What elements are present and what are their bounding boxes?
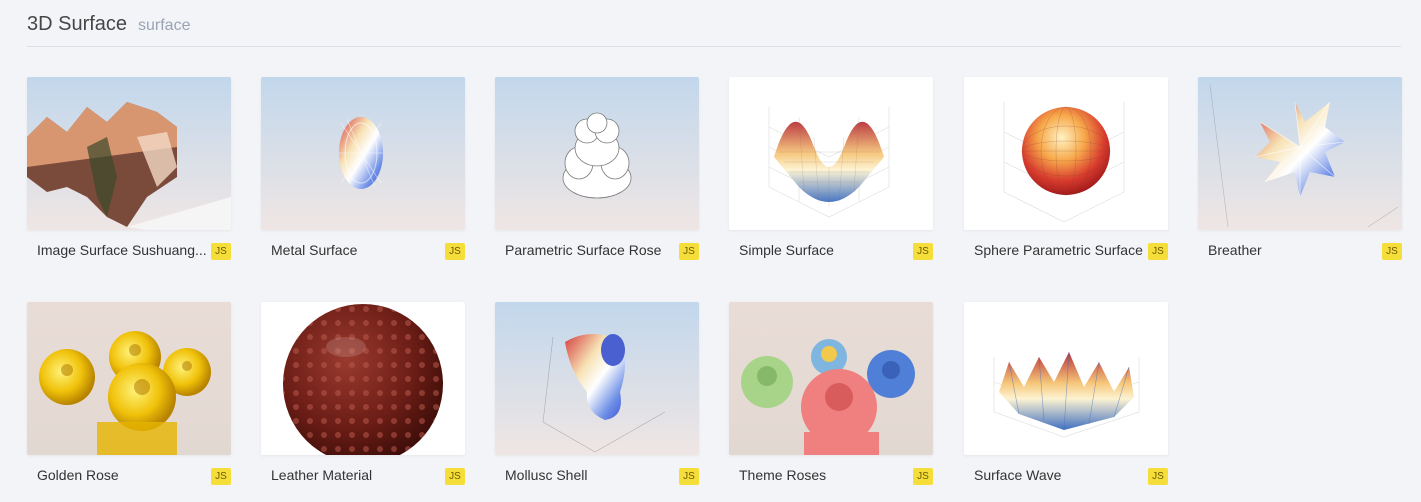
example-card-golden-rose[interactable]: Golden Rose JS <box>27 302 231 492</box>
example-thumbnail[interactable] <box>495 302 699 455</box>
js-badge: JS <box>1382 243 1402 260</box>
example-thumbnail[interactable] <box>964 77 1168 230</box>
example-card-parametric-surface-rose[interactable]: Parametric Surface Rose JS <box>495 77 699 267</box>
example-thumbnail[interactable] <box>27 302 231 455</box>
js-badge: JS <box>445 243 465 260</box>
js-badge: JS <box>1148 243 1168 260</box>
js-badge: JS <box>679 468 699 485</box>
example-card-surface-wave[interactable]: Surface Wave JS <box>964 302 1168 492</box>
example-title[interactable]: Breather <box>1208 242 1378 258</box>
example-card-leather-material[interactable]: Leather Material JS <box>261 302 465 492</box>
js-badge: JS <box>913 468 933 485</box>
example-card-simple-surface[interactable]: Simple Surface JS <box>729 77 933 267</box>
example-title[interactable]: Metal Surface <box>271 242 441 258</box>
example-title[interactable]: Simple Surface <box>739 242 909 258</box>
example-card-breather[interactable]: Breather JS <box>1198 77 1402 267</box>
example-card-image-surface[interactable]: Image Surface Sushuang... JS <box>27 77 231 267</box>
example-thumbnail[interactable] <box>729 77 933 230</box>
example-title[interactable]: Parametric Surface Rose <box>505 242 675 258</box>
section-header: 3D Surface surface <box>27 12 1401 47</box>
example-card-mollusc-shell[interactable]: Mollusc Shell JS <box>495 302 699 492</box>
example-card-metal-surface[interactable]: Metal Surface JS <box>261 77 465 267</box>
example-thumbnail[interactable] <box>1198 77 1402 230</box>
js-badge: JS <box>445 468 465 485</box>
example-title[interactable]: Mollusc Shell <box>505 467 675 483</box>
example-title[interactable]: Image Surface Sushuang... <box>37 242 207 258</box>
section-title: 3D Surface <box>27 13 128 35</box>
js-badge: JS <box>1148 468 1168 485</box>
js-badge: JS <box>913 243 933 260</box>
example-thumbnail[interactable] <box>964 302 1168 455</box>
example-title[interactable]: Golden Rose <box>37 467 207 483</box>
example-title[interactable]: Theme Roses <box>739 467 909 483</box>
example-title[interactable]: Sphere Parametric Surface <box>974 242 1144 258</box>
example-card-theme-roses[interactable]: Theme Roses JS <box>729 302 933 492</box>
example-thumbnail[interactable] <box>261 77 465 230</box>
example-thumbnail[interactable] <box>729 302 933 455</box>
example-thumbnail[interactable] <box>261 302 465 455</box>
section-subtitle: surface <box>138 17 191 34</box>
example-title[interactable]: Leather Material <box>271 467 441 483</box>
example-card-sphere-parametric-surface[interactable]: Sphere Parametric Surface JS <box>964 77 1168 267</box>
example-title[interactable]: Surface Wave <box>974 467 1144 483</box>
js-badge: JS <box>679 243 699 260</box>
example-thumbnail[interactable] <box>27 77 231 230</box>
js-badge: JS <box>211 468 231 485</box>
js-badge: JS <box>211 243 231 260</box>
example-thumbnail[interactable] <box>495 77 699 230</box>
